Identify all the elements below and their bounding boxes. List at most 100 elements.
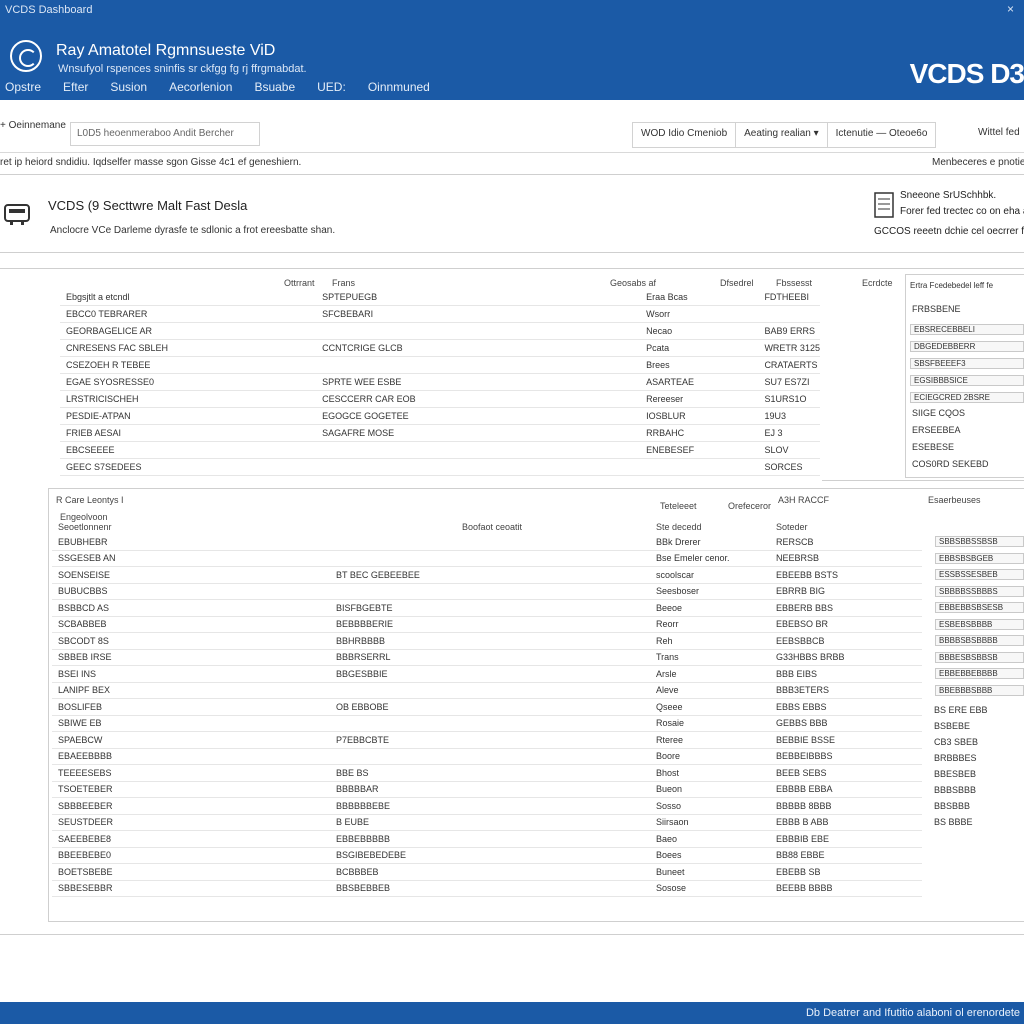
table-row[interactable]: LANIPF BEX Aleve BBB3ETERS bbox=[52, 682, 922, 699]
filter-dropdown[interactable]: Aeating realian ▾ bbox=[736, 123, 828, 147]
menu-item-6[interactable]: Oinnmuned bbox=[368, 80, 430, 94]
menu-item-2[interactable]: Susion bbox=[110, 80, 147, 94]
table-cell: BBBBB 8BBB bbox=[770, 797, 922, 815]
table-row[interactable]: SOENSEISE BT BEC GEBEEBEE scoolscar EBEEBB … bbox=[52, 566, 922, 584]
table-row[interactable]: BSBBCD AS BISFBGEBTE Beeoe EBBERB BBS bbox=[52, 599, 922, 617]
table-row[interactable]: BUBUCBBS Seesboser EBRRB BIG bbox=[52, 583, 922, 600]
table-cell: SEUSTDEER bbox=[52, 814, 330, 831]
footer-text: Db Deatrer and Ifutitio alaboni ol ereno… bbox=[805, 1007, 1020, 1019]
column-header[interactable]: Dfsedrel bbox=[720, 278, 754, 288]
table-cell: TSOETEBER bbox=[52, 781, 330, 798]
table-cell: Buneet bbox=[650, 863, 770, 881]
side-field[interactable]: BBEBBBSBBB bbox=[935, 684, 1024, 696]
table-cell: BSGIBEBEDEBE bbox=[330, 847, 650, 864]
table-cell: SPRTE WEE ESBE bbox=[316, 373, 641, 391]
table-cell: CRATAERTS bbox=[758, 356, 820, 374]
table-cell: GEBBS BBB bbox=[770, 715, 922, 732]
column-header[interactable]: Soteder bbox=[776, 522, 808, 532]
table-row[interactable]: FRIEB AESAI SAGAFRE MOSE RRBAHC EJ 3 bbox=[60, 424, 820, 442]
table-cell: BBGESBBIE bbox=[330, 665, 650, 683]
column-header[interactable]: Ottrrant bbox=[284, 278, 315, 288]
side-field[interactable]: ESBEBSBBBB bbox=[935, 618, 1024, 630]
table-cell: SOENSEISE bbox=[52, 566, 330, 584]
table-row[interactable]: EBCC0 TEBRARER SFCBEBARI Wsorr bbox=[60, 305, 820, 323]
table-row[interactable]: Ebgsjtlt a etcndl SPTEPUEGB Eraa Bcas FDTHE… bbox=[60, 289, 820, 306]
side-field[interactable]: SBBSBBSSBSB bbox=[935, 536, 1024, 547]
table-row[interactable]: SBCODT 8S BBHRBBBB Reh EEBSBBCB bbox=[52, 632, 922, 650]
table-cell: SBIWE EB bbox=[52, 715, 330, 732]
table-cell: Reh bbox=[650, 632, 770, 650]
menu-item-5[interactable]: UED: bbox=[317, 80, 346, 94]
column-header[interactable]: Ecrdcte bbox=[862, 278, 893, 288]
side-field[interactable]: SBBBBSSBBBS bbox=[935, 585, 1024, 597]
table-row[interactable]: EBUBHEBR BBk Drerer RERSCB bbox=[52, 534, 922, 551]
side-field[interactable]: EBBSBSBGEB bbox=[935, 552, 1024, 564]
table-cell: SPTEPUEGB bbox=[316, 289, 641, 306]
menu-item-1[interactable]: Efter bbox=[63, 80, 88, 94]
side-field[interactable]: BBBBSBSBBBB bbox=[935, 635, 1024, 646]
close-icon[interactable]: × bbox=[1007, 2, 1014, 16]
column-header[interactable]: Frans bbox=[332, 278, 355, 288]
table-row[interactable]: SAEEBEBE8 EBBEBBBBB Baeo EBBBIB EBE bbox=[52, 830, 922, 848]
side-panel-header: Ertra Fcedebedel leff fe bbox=[910, 281, 994, 290]
table-row[interactable]: EBCSEEEE ENEBESEF SLOV bbox=[60, 441, 820, 459]
table-cell bbox=[330, 748, 650, 765]
toolbar-segment-0[interactable]: WOD Idio Cmeniob bbox=[633, 123, 737, 147]
side-field[interactable]: EBSRECEBBELI bbox=[910, 324, 1024, 335]
table-cell: GEEC S7SEDEES bbox=[60, 458, 317, 476]
table-row[interactable]: LRSTRICISCHEH CESCCERR CAR EOB Rereeser S1U… bbox=[60, 390, 820, 408]
table-row[interactable]: SEUSTDEER B EUBE Siirsaon EBBB B ABB bbox=[52, 814, 922, 831]
table-2-mid-header: Teteleeet bbox=[660, 501, 697, 511]
search-input[interactable]: L0D5 heoenmeraboo Andit Bercher bbox=[70, 122, 260, 146]
table-row[interactable]: GEEC S7SEDEES SORCES bbox=[60, 458, 820, 476]
table-row[interactable]: SBIWE EB Rosaie GEBBS BBB bbox=[52, 715, 922, 732]
side-field[interactable]: ESSBSSESBEB bbox=[935, 569, 1024, 580]
table-row[interactable]: SBBEB IRSE BBBRSERRL Trans G33HBBS BRBB bbox=[52, 649, 922, 666]
side-field[interactable]: SBSFBEEEF3 bbox=[910, 358, 1024, 369]
table-cell: Qseee bbox=[650, 698, 770, 716]
table-row[interactable]: SSGESEB AN Bse Emeler cenor. NEEBRSB bbox=[52, 550, 922, 567]
column-header[interactable]: Fbssesst bbox=[776, 278, 812, 288]
toolbar-new-label[interactable]: + Oeinnemane bbox=[0, 120, 66, 131]
toolbar-right-label[interactable]: Wittel fed bbox=[978, 127, 1020, 138]
table-cell bbox=[316, 356, 641, 374]
table-row[interactable]: BBEEBEBE0 BSGIBEBEDEBE Boees BB88 EBBE bbox=[52, 847, 922, 864]
table-row[interactable]: CNRESENS FAC SBLEH CCNTCRIGE GLCB Pcata WRE… bbox=[60, 339, 820, 357]
side-field[interactable]: DBGEDEBBERR bbox=[910, 341, 1024, 352]
table-cell: EBEEBB BSTS bbox=[770, 566, 922, 584]
column-header[interactable]: Ste decedd bbox=[656, 522, 702, 532]
menu-item-4[interactable]: Bsuabe bbox=[254, 80, 295, 94]
side-value: COS0RD SEKEBD bbox=[912, 459, 989, 469]
table-row[interactable]: CSEZOEH R TEBEE Brees CRATAERTS bbox=[60, 356, 820, 374]
table-row[interactable]: EGAE SYOSRESSE0 SPRTE WEE ESBE ASARTEAE SU7… bbox=[60, 373, 820, 391]
menu-item-3[interactable]: Aecorlenion bbox=[169, 80, 232, 94]
side-field[interactable]: EBBEBBEBBBB bbox=[935, 668, 1024, 679]
side-field[interactable]: BBBESBSBBSB bbox=[935, 651, 1024, 663]
toolbar-segment-2[interactable]: Ictenutie — Oteoe6o bbox=[828, 123, 936, 147]
side-field[interactable]: ECIEGCRED 2BSRE bbox=[910, 392, 1024, 403]
column-header[interactable]: Geosabs af bbox=[610, 278, 656, 288]
table-2-mid-header: Orefeceror bbox=[728, 501, 772, 511]
table-row[interactable]: BOSLIFEB OB EBBOBE Qseee EBBS EBBS bbox=[52, 698, 922, 716]
table-cell: NEEBRSB bbox=[770, 550, 922, 567]
table-row[interactable]: TEEEESEBS BBE BS Bhost BEEB SEBS bbox=[52, 764, 922, 782]
table-row[interactable]: BOETSBEBE BCBBBEB Buneet EBEBB SB bbox=[52, 863, 922, 881]
table-row[interactable]: GEORBAGELICE AR Necao BAB9 ERRS bbox=[60, 322, 820, 340]
table-row[interactable]: PESDIE-ATPAN EGOGCE GOGETEE IOSBLUR 19U3 bbox=[60, 407, 820, 425]
table-row[interactable]: TSOETEBER BBBBBAR Bueon EBBBB EBBA bbox=[52, 781, 922, 798]
side-field[interactable]: EGSIBBBSICE bbox=[910, 375, 1024, 386]
table-row[interactable]: EBAEEBBBB Boore BEBBEIBBBS bbox=[52, 748, 922, 765]
side-field[interactable]: EBBEBBSBSESB bbox=[935, 602, 1024, 613]
column-header[interactable]: Boofaot ceoatit bbox=[462, 522, 522, 532]
table-cell: Necao bbox=[640, 322, 759, 340]
table-cell: Boore bbox=[650, 748, 770, 765]
table-cell: SBBBEEBER bbox=[52, 797, 330, 815]
table-row[interactable]: SBBBEEBER BBBBBBEBE Sosso BBBBB 8BBB bbox=[52, 797, 922, 815]
menu-item-0[interactable]: Opstre bbox=[5, 80, 41, 94]
table-row[interactable]: BSEI INS BBGESBBIE Arsle BBB EIBS bbox=[52, 665, 922, 683]
table-cell: SAEEBEBE8 bbox=[52, 830, 330, 848]
table-row[interactable]: SBBESEBBR BBSBEBBEB Sosose BEEBB BBBB bbox=[52, 880, 922, 897]
column-header[interactable]: Seoetlonnenr bbox=[58, 522, 112, 532]
table-row[interactable]: SCBABBEB BEBBBBERIE Reorr EBEBSO BR bbox=[52, 616, 922, 633]
table-row[interactable]: SPAEBCW P7EBBCBTE Rteree BEBBIE BSSE bbox=[52, 731, 922, 749]
